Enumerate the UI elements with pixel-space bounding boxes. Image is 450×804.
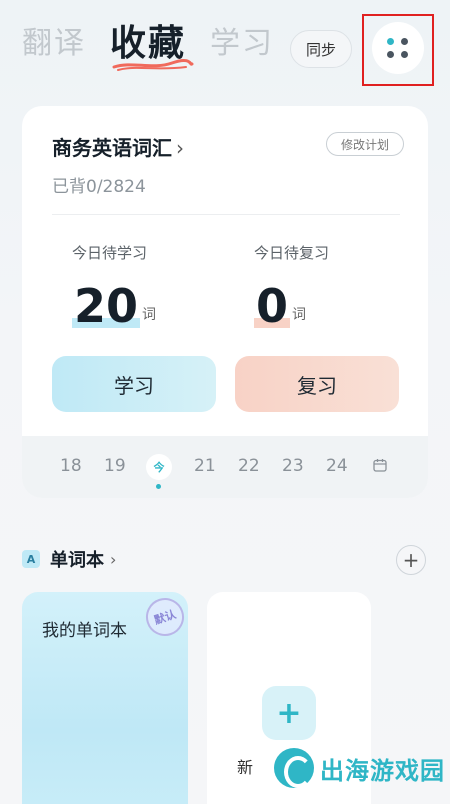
chevron-right-icon: ›: [176, 136, 184, 160]
learn-label: 今日待学习: [72, 244, 148, 262]
day-item[interactable]: 18: [60, 456, 82, 476]
calendar-icon[interactable]: [373, 458, 387, 472]
divider: [52, 214, 400, 215]
add-wordbook-button[interactable]: +: [396, 545, 426, 575]
watermark-logo-icon: [274, 748, 314, 788]
new-wordbook-label: 新: [237, 758, 254, 777]
wordbook-name: 我的单词本: [42, 621, 127, 641]
plus-icon: +: [402, 548, 420, 572]
day-item[interactable]: 21: [194, 456, 216, 476]
learn-unit: 词: [142, 307, 157, 323]
review-count-group: 0 词: [254, 280, 306, 332]
top-tabs: 翻译 收藏 学习: [22, 20, 274, 71]
chevron-right-icon: ›: [110, 549, 117, 569]
edit-plan-button[interactable]: 修改计划: [326, 132, 404, 156]
wordbook-header[interactable]: A 单词本 ›: [22, 546, 116, 572]
day-today[interactable]: 今: [146, 454, 172, 480]
wordbook-icon: A: [22, 550, 40, 568]
plan-title: 商务英语词汇: [52, 136, 172, 160]
watermark-text: 出海游戏园: [320, 756, 445, 785]
plus-icon: +: [262, 686, 316, 740]
active-tab-underline: [112, 58, 194, 71]
study-plan-card: 商务英语词汇 › 修改计划 已背0/2824 今日待学习 今日待复习 20 词 0…: [22, 106, 428, 498]
today-indicator: [156, 484, 161, 489]
review-label: 今日待复习: [254, 244, 330, 262]
learn-button[interactable]: 学习: [52, 356, 216, 412]
review-count: 0: [256, 279, 289, 333]
learn-count: 20: [74, 279, 139, 333]
review-unit: 词: [292, 307, 307, 323]
review-button[interactable]: 复习: [235, 356, 399, 412]
tab-favorites[interactable]: 收藏: [110, 20, 194, 71]
menu-button[interactable]: [372, 22, 424, 74]
day-item[interactable]: 24: [326, 456, 348, 476]
plan-progress: 已背0/2824: [52, 177, 146, 197]
tab-translate[interactable]: 翻译: [22, 20, 86, 68]
week-calendar-strip: 18 19 今 21 22 23 24: [22, 436, 428, 498]
day-item[interactable]: 23: [282, 456, 304, 476]
default-badge: 默认: [141, 593, 189, 641]
watermark: 出海游戏园: [274, 748, 445, 788]
sync-button[interactable]: 同步: [290, 30, 352, 68]
day-item[interactable]: 22: [238, 456, 260, 476]
wordbook-title: 单词本: [50, 550, 104, 571]
tab-study[interactable]: 学习: [210, 20, 274, 68]
day-item[interactable]: 19: [104, 456, 126, 476]
plan-title-link[interactable]: 商务英语词汇 ›: [52, 132, 184, 161]
menu-highlight-box: [362, 14, 434, 86]
learn-count-group: 20 词: [72, 280, 156, 332]
wordbook-card[interactable]: 我的单词本 默认: [22, 592, 189, 804]
grid-dots-icon: [387, 38, 409, 58]
